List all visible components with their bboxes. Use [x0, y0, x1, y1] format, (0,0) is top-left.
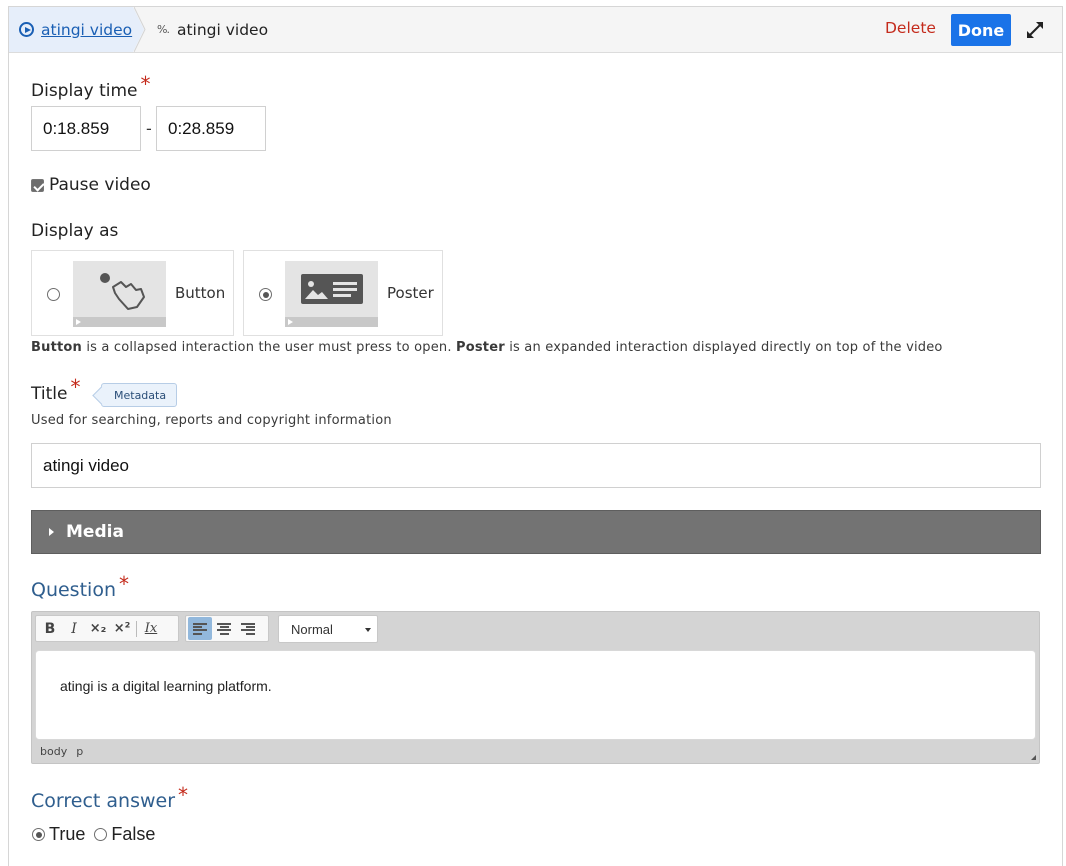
element-path-p[interactable]: p	[76, 745, 83, 758]
display-as-poster-option[interactable]: Poster	[243, 250, 443, 336]
toolbar-separator	[136, 620, 137, 637]
align-center-button[interactable]	[212, 617, 236, 640]
desc-poster-term: Poster	[456, 340, 505, 355]
media-section-toggle[interactable]: Media	[31, 510, 1041, 554]
superscript-button[interactable]: ×²	[110, 617, 134, 640]
display-as-button-radio[interactable]	[47, 288, 60, 301]
display-time-label-text: Display time	[31, 81, 138, 101]
metadata-tag: Metadata	[101, 383, 178, 407]
desc-button-term: Button	[31, 340, 82, 355]
breadcrumb-current-label: atingi video	[176, 20, 269, 39]
correct-answer-options: True False	[32, 824, 155, 845]
display-time-start-input[interactable]	[31, 106, 141, 151]
bold-button[interactable]: B	[38, 617, 62, 640]
display-as-label: Display as	[31, 221, 119, 241]
subscript-button[interactable]: ×₂	[86, 617, 110, 640]
text-style-toolbar-group: B I ×₂ ×² Ix	[35, 615, 179, 642]
metadata-tag-label: Metadata	[114, 388, 167, 402]
display-time-label: Display time *	[31, 72, 150, 101]
desc-button-text: is a collapsed interaction the user must…	[81, 340, 457, 355]
align-right-button[interactable]	[236, 617, 260, 640]
alignment-toolbar-group	[185, 615, 269, 642]
pause-video-checkbox[interactable]	[31, 179, 44, 192]
video-progress-bar	[73, 317, 166, 327]
title-help-text: Used for searching, reports and copyrigh…	[31, 413, 392, 428]
align-right-icon	[241, 622, 255, 635]
pointer-hand-icon	[100, 273, 145, 310]
align-left-button[interactable]	[188, 617, 212, 640]
paragraph-format-value: Normal	[291, 621, 333, 637]
required-mark: *	[118, 572, 129, 596]
button-thumbnail	[73, 261, 166, 327]
required-mark: *	[140, 72, 151, 96]
display-as-button-label: Button	[175, 284, 226, 302]
time-separator: -	[146, 119, 152, 138]
interaction-editor: atingi video %. atingi video Delete Done…	[8, 6, 1063, 866]
display-as-poster-label: Poster	[387, 284, 434, 302]
delete-button[interactable]: Delete	[885, 19, 936, 37]
display-time-end-input[interactable]	[156, 106, 266, 151]
fullscreen-expand-icon[interactable]	[1025, 20, 1045, 40]
editor-header: atingi video %. atingi video Delete Done	[9, 7, 1062, 53]
video-progress-bar	[285, 317, 378, 327]
element-path-body[interactable]: body	[40, 745, 67, 758]
caret-right-icon	[49, 528, 54, 536]
align-center-icon	[217, 622, 231, 635]
breadcrumb-root[interactable]: atingi video	[9, 7, 144, 52]
correct-answer-label: Correct answer *	[31, 783, 188, 812]
answer-false-radio[interactable]	[94, 828, 108, 841]
question-label: Question *	[31, 572, 129, 601]
media-section-label: Media	[66, 522, 124, 542]
answer-true-radio[interactable]	[32, 828, 45, 841]
done-button[interactable]: Done	[951, 14, 1011, 46]
question-editor-content[interactable]: atingi is a digital learning platform.	[35, 650, 1036, 740]
chevron-down-icon	[365, 628, 371, 632]
breadcrumb-separator-icon	[134, 7, 146, 52]
poster-thumbnail	[285, 261, 378, 327]
title-input[interactable]	[31, 443, 1041, 488]
resize-handle-icon[interactable]	[1031, 755, 1036, 760]
paragraph-format-select[interactable]: Normal	[278, 615, 378, 643]
title-label-text: Title	[31, 384, 68, 404]
percent-icon: %.	[157, 23, 170, 36]
answer-true-label[interactable]: True	[49, 824, 85, 845]
align-left-icon	[193, 622, 207, 635]
answer-false-label[interactable]: False	[111, 824, 155, 845]
question-rich-text-editor: B I ×₂ ×² Ix Normal atingi is a digital …	[31, 611, 1040, 764]
play-circle-icon	[19, 22, 34, 37]
italic-button[interactable]: I	[62, 617, 86, 640]
breadcrumb-root-link[interactable]: atingi video	[41, 21, 132, 39]
remove-format-button[interactable]: Ix	[139, 617, 163, 640]
display-as-button-option[interactable]: Button	[31, 250, 234, 336]
correct-answer-label-text: Correct answer	[31, 790, 176, 812]
element-path: body p	[40, 745, 92, 758]
required-mark: *	[70, 375, 81, 399]
breadcrumb-current: %. atingi video	[157, 7, 268, 52]
required-mark: *	[178, 783, 189, 807]
title-label: Title *	[31, 375, 80, 404]
poster-image-text-icon	[301, 274, 363, 304]
display-as-poster-radio[interactable]	[259, 288, 272, 301]
question-label-text: Question	[31, 579, 116, 601]
pause-video-label: Pause video	[49, 175, 151, 195]
desc-poster-text: is an expanded interaction displayed dir…	[504, 340, 943, 355]
display-as-description: Button is a collapsed interaction the us…	[31, 340, 943, 355]
